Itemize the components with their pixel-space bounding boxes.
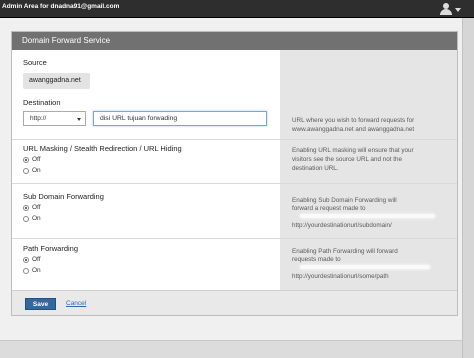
destination-hint-1: URL where you wish to forward requests f… bbox=[292, 117, 415, 124]
source-domain: awanggadna.net bbox=[23, 73, 90, 89]
source-label: Source bbox=[23, 58, 47, 67]
destination-url-input[interactable]: disi URL tujuan forwading bbox=[93, 111, 267, 126]
subdomain-section: Sub Domain Forwarding Off On Enabling Su… bbox=[12, 184, 457, 239]
admin-area-text: Admin Area for dnadna91@gmail.com bbox=[2, 3, 120, 10]
redacted-text bbox=[300, 214, 435, 218]
radio-selected-icon bbox=[23, 256, 29, 263]
save-button[interactable]: Save bbox=[25, 298, 56, 310]
radio-selected-icon bbox=[23, 156, 29, 163]
subdomain-off-radio[interactable]: Off bbox=[23, 204, 41, 211]
path-hint-3: http://yourdestinationurl/some/path bbox=[292, 273, 389, 280]
masking-off-radio[interactable]: Off bbox=[23, 156, 41, 163]
destination-hint-2: www.awanggadna.net and awanggadna.net bbox=[292, 126, 415, 133]
subdomain-hint-1: Enabling Sub Domain Forwarding will bbox=[292, 197, 397, 204]
masking-hint-2: visitors see the source URL and not the bbox=[292, 156, 403, 163]
subdomain-on-radio[interactable]: On bbox=[23, 215, 41, 222]
masking-on-radio[interactable]: On bbox=[23, 167, 41, 174]
radio-icon bbox=[23, 167, 29, 174]
redacted-text bbox=[300, 265, 430, 269]
protocol-value: http:// bbox=[30, 115, 47, 122]
path-off-radio[interactable]: Off bbox=[23, 256, 41, 263]
bottom-bar bbox=[0, 340, 462, 358]
subdomain-hint-3: http://yourdestinationurl/subdomain/ bbox=[292, 222, 392, 229]
masking-hint-3: destination URL. bbox=[292, 165, 339, 172]
destination-label: Destination bbox=[23, 98, 61, 107]
top-bar: Admin Area for dnadna91@gmail.com bbox=[0, 0, 474, 18]
masking-section: URL Masking / Stealth Redirection / URL … bbox=[12, 140, 457, 184]
radio-icon bbox=[23, 215, 29, 222]
path-label: Path Forwarding bbox=[23, 244, 79, 253]
path-hint-2: requests made to bbox=[292, 256, 341, 263]
subdomain-label: Sub Domain Forwarding bbox=[23, 192, 104, 201]
subdomain-hint-2: forward a request made to bbox=[292, 205, 366, 212]
chevron-down-icon bbox=[77, 118, 81, 121]
masking-hint-1: Enabling URL masking will ensure that yo… bbox=[292, 147, 414, 154]
path-hint-1: Enabling Path Forwarding will forward bbox=[292, 248, 398, 255]
form-footer: Save Cancel bbox=[12, 290, 457, 315]
radio-selected-icon bbox=[23, 204, 29, 211]
cancel-link[interactable]: Cancel bbox=[66, 300, 86, 307]
radio-icon bbox=[23, 267, 29, 274]
scrollbar[interactable] bbox=[462, 18, 474, 358]
path-on-radio[interactable]: On bbox=[23, 267, 41, 274]
user-menu[interactable] bbox=[440, 2, 462, 16]
panel-title: Domain Forward Service bbox=[22, 36, 111, 45]
chevron-down-icon bbox=[455, 8, 461, 12]
domain-forward-panel: Domain Forward Service Source awanggadna… bbox=[11, 31, 458, 316]
path-section: Path Forwarding Off On Enabling Path For… bbox=[12, 239, 457, 290]
protocol-select[interactable]: http:// bbox=[23, 111, 86, 126]
masking-label: URL Masking / Stealth Redirection / URL … bbox=[23, 144, 182, 153]
panel-header: Domain Forward Service bbox=[12, 32, 457, 50]
destination-section: Source awanggadna.net Destination http:/… bbox=[12, 50, 457, 140]
